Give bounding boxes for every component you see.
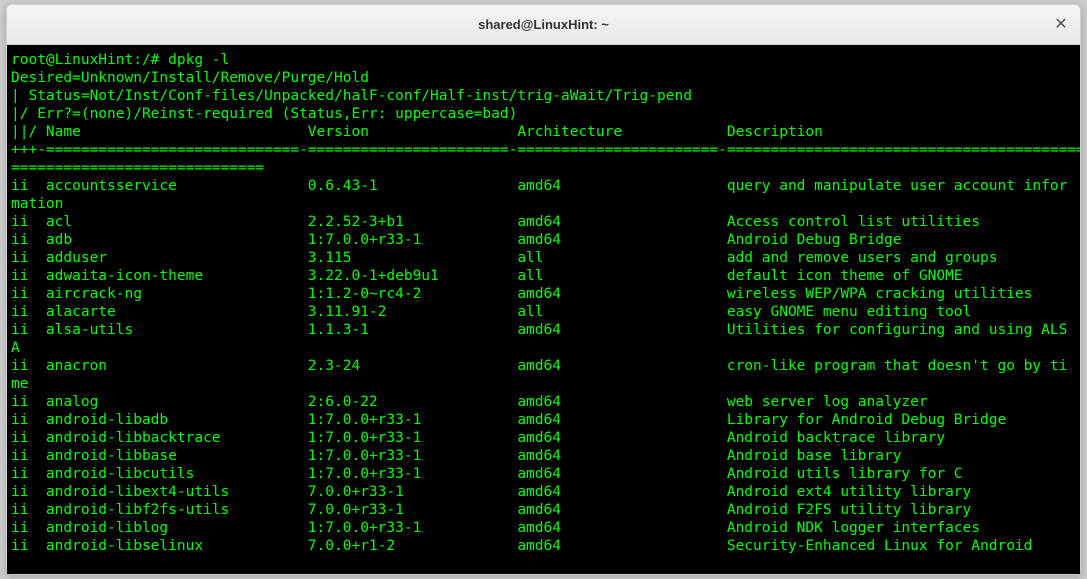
terminal-line: |/ Err?=(none)/Reinst-required (Status,E… [11, 105, 1080, 123]
terminal-line: ii adb 1:7.0.0+r33-1 amd64 Android Debug… [11, 231, 1080, 249]
terminal-output[interactable]: root@LinuxHint:/# dpkg -lDesired=Unknown… [7, 45, 1080, 574]
terminal-line: | Status=Not/Inst/Conf-files/Unpacked/ha… [11, 87, 1080, 105]
terminal-line: ii adduser 3.115 all add and remove user… [11, 249, 1080, 267]
terminal-line: ii accountsservice 0.6.43-1 amd64 query … [11, 177, 1080, 195]
terminal-line: ii android-libf2fs-utils 7.0.0+r33-1 amd… [11, 501, 1080, 519]
terminal-line: ii acl 2.2.52-3+b1 amd64 Access control … [11, 213, 1080, 231]
terminal-line: +++-=============================-======… [11, 141, 1080, 159]
terminal-line: mation [11, 195, 1080, 213]
terminal-line: ii android-libcutils 1:7.0.0+r33-1 amd64… [11, 465, 1080, 483]
terminal-line: ii android-liblog 1:7.0.0+r33-1 amd64 An… [11, 519, 1080, 537]
terminal-line: ii analog 2:6.0-22 amd64 web server log … [11, 393, 1080, 411]
terminal-line: ii alacarte 3.11.91-2 all easy GNOME men… [11, 303, 1080, 321]
terminal-line: root@LinuxHint:/# dpkg -l [11, 51, 1080, 69]
terminal-line: ii android-libbase 1:7.0.0+r33-1 amd64 A… [11, 447, 1080, 465]
terminal-line: me [11, 375, 1080, 393]
terminal-line: ============================= [11, 159, 1080, 177]
terminal-window: shared@LinuxHint: ~ ✕ root@LinuxHint:/# … [6, 4, 1081, 575]
close-icon[interactable]: ✕ [1052, 15, 1070, 33]
terminal-line: ii android-libselinux 7.0.0+r1-2 amd64 S… [11, 537, 1080, 555]
terminal-line: A [11, 339, 1080, 357]
terminal-line: ii android-libadb 1:7.0.0+r33-1 amd64 Li… [11, 411, 1080, 429]
terminal-line: ||/ Name Version Architecture Descriptio… [11, 123, 1080, 141]
terminal-line: ii anacron 2.3-24 amd64 cron-like progra… [11, 357, 1080, 375]
terminal-line: ii aircrack-ng 1:1.2-0~rc4-2 amd64 wirel… [11, 285, 1080, 303]
terminal-line: Desired=Unknown/Install/Remove/Purge/Hol… [11, 69, 1080, 87]
terminal-line: ii alsa-utils 1.1.3-1 amd64 Utilities fo… [11, 321, 1080, 339]
titlebar[interactable]: shared@LinuxHint: ~ ✕ [7, 5, 1080, 45]
terminal-line: ii adwaita-icon-theme 3.22.0-1+deb9u1 al… [11, 267, 1080, 285]
terminal-line: ii android-libbacktrace 1:7.0.0+r33-1 am… [11, 429, 1080, 447]
window-title: shared@LinuxHint: ~ [478, 17, 609, 32]
terminal-line: ii android-libext4-utils 7.0.0+r33-1 amd… [11, 483, 1080, 501]
